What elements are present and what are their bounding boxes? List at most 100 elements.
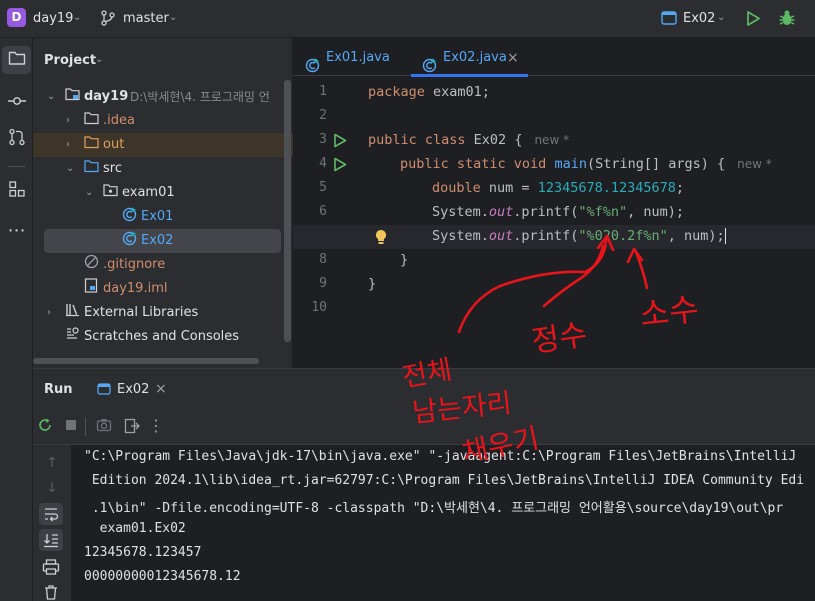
tree-item-out[interactable]: › out xyxy=(33,133,293,157)
commit-icon[interactable] xyxy=(0,92,33,111)
project-horizontal-scrollbar[interactable] xyxy=(33,358,259,364)
code-vision-hint[interactable]: new * xyxy=(534,133,569,147)
trash-icon[interactable] xyxy=(43,584,59,601)
run-toolbar: ⋮ xyxy=(33,409,815,445)
lightbulb-icon[interactable] xyxy=(374,229,388,249)
tree-item-ex02[interactable]: Ex02 xyxy=(44,229,281,253)
print-icon[interactable] xyxy=(42,559,60,579)
run-panel: Run Ex02 × ⋮ ↑ ↓ "C:\Program Files\Java\… xyxy=(33,368,815,601)
tree-item-label: Ex01 xyxy=(141,209,174,224)
chevron-right-icon[interactable]: › xyxy=(66,133,70,157)
left-tool-strip-bottom xyxy=(0,368,33,601)
tree-item-src[interactable]: ⌄ src xyxy=(33,157,293,181)
tree-item-iml[interactable]: day19.iml xyxy=(33,277,293,301)
rerun-icon[interactable] xyxy=(34,417,56,437)
pull-request-icon[interactable] xyxy=(0,128,33,150)
line-number: 5 xyxy=(319,180,327,195)
tree-item-label: day19 xyxy=(84,89,129,104)
close-icon[interactable]: × xyxy=(155,381,167,397)
tree-item-external-libraries[interactable]: › External Libraries xyxy=(33,301,293,325)
project-vertical-scrollbar[interactable] xyxy=(284,80,291,342)
console-line[interactable]: Edition 2024.1\lib\idea_rt.jar=62797:C:\… xyxy=(84,473,804,488)
run-icon[interactable] xyxy=(745,10,761,31)
run-tab-label[interactable]: Ex02 xyxy=(117,382,149,397)
console-line[interactable]: exam01.Ex02 xyxy=(84,521,186,536)
run-config-icon xyxy=(97,383,111,399)
camera-icon[interactable] xyxy=(93,418,115,436)
tab-ex02[interactable]: Ex02.java × xyxy=(411,38,528,78)
run-config-name[interactable]: Ex02 xyxy=(683,11,715,26)
stop-icon[interactable] xyxy=(60,418,82,436)
project-panel: Project ⌄ ⌄ day19 D:\박세현\4. 프로그래밍 언 › .i… xyxy=(33,38,293,368)
tree-item-label: Scratches and Consoles xyxy=(84,329,240,344)
line-number: 1 xyxy=(319,84,327,99)
chevron-right-icon[interactable]: › xyxy=(66,109,70,133)
arrow-up-icon[interactable]: ↑ xyxy=(41,455,63,471)
line-number: 8 xyxy=(319,252,327,267)
arrow-down-icon[interactable]: ↓ xyxy=(41,480,63,496)
tab-label: Ex02.java xyxy=(443,50,507,65)
chevron-down-icon[interactable]: ⌄ xyxy=(47,85,55,109)
tree-item-label: src xyxy=(103,161,122,176)
code-line-6[interactable]: System.out.printf("%f%n", num); xyxy=(432,204,684,220)
chevron-down-icon[interactable]: ⌄ xyxy=(66,157,74,181)
console-line[interactable]: .1\bin" -Dfile.encoding=UTF-8 -classpath… xyxy=(84,497,783,516)
project-badge[interactable]: D xyxy=(7,8,26,27)
branch-icon xyxy=(100,9,116,31)
console-line[interactable]: 00000000012345678.12 xyxy=(84,569,241,584)
tree-item-day19[interactable]: ⌄ day19 D:\박세현\4. 프로그래밍 언 xyxy=(33,85,293,109)
branch-name[interactable]: master xyxy=(123,11,169,26)
tree-item-gitignore[interactable]: .gitignore xyxy=(33,253,293,277)
tree-item-label: day19.iml xyxy=(103,281,168,296)
chevron-right-icon[interactable]: › xyxy=(47,301,51,325)
code-editor: Ex01.java Ex02.java × 1 2 3 4 5 6 7 8 9 … xyxy=(293,38,815,368)
chevron-down-icon[interactable]: ⌄ xyxy=(95,54,103,65)
soft-wrap-icon[interactable] xyxy=(39,503,63,525)
chevron-down-icon[interactable]: ⌄ xyxy=(717,12,725,23)
active-tab-indicator xyxy=(411,74,528,77)
code-line-5[interactable]: double num = 12345678.12345678; xyxy=(432,180,684,196)
project-panel-title[interactable]: Project xyxy=(44,53,96,68)
debug-icon[interactable] xyxy=(778,9,796,31)
code-vision-hint[interactable]: new * xyxy=(737,157,772,171)
java-class-icon xyxy=(122,230,138,255)
run-gutter-icon[interactable] xyxy=(333,157,347,176)
editor-tab-bar: Ex01.java Ex02.java × xyxy=(293,38,815,78)
chevron-down-icon[interactable]: ⌄ xyxy=(169,12,177,23)
line-number: 6 xyxy=(319,204,327,219)
more-options-icon[interactable]: ⋮ xyxy=(145,416,167,435)
console-line[interactable]: 12345678.123457 xyxy=(84,545,201,560)
code-line-8[interactable]: } xyxy=(400,252,408,268)
tree-item-ex01[interactable]: Ex01 xyxy=(33,205,293,229)
tool-separator xyxy=(8,166,25,167)
libraries-icon xyxy=(65,302,80,326)
ignore-file-icon xyxy=(84,254,99,278)
project-name[interactable]: day19 xyxy=(33,11,73,26)
code-line-3[interactable]: public class Ex02 {new * xyxy=(368,132,569,148)
code-line-4[interactable]: public static void main(String[] args) {… xyxy=(400,156,772,172)
chevron-down-icon[interactable]: ⌄ xyxy=(73,12,81,23)
console-line[interactable]: "C:\Program Files\Java\jdk-17\bin\java.e… xyxy=(84,449,796,464)
structure-icon[interactable] xyxy=(0,181,33,201)
run-gutter-icon[interactable] xyxy=(333,133,347,152)
line-number: 10 xyxy=(311,300,327,315)
line-number: 9 xyxy=(319,276,327,291)
close-icon[interactable]: × xyxy=(507,38,519,78)
run-panel-title[interactable]: Run xyxy=(44,382,73,397)
more-tools-icon[interactable]: ⋯ xyxy=(0,220,33,241)
tab-label: Ex01.java xyxy=(326,50,390,65)
module-folder-icon xyxy=(65,86,80,110)
folder-icon[interactable] xyxy=(0,50,33,70)
toolbar-separator xyxy=(85,418,86,436)
tree-item-label: .idea xyxy=(103,113,135,128)
tree-item-label: .gitignore xyxy=(103,257,166,272)
tree-item-scratches[interactable]: Scratches and Consoles xyxy=(33,325,293,349)
chevron-down-icon[interactable]: ⌄ xyxy=(85,181,93,205)
code-line-1[interactable]: package exam01; xyxy=(368,84,490,100)
code-line-7[interactable]: System.out.printf("%020.2f%n", num); xyxy=(432,228,726,244)
exit-icon[interactable] xyxy=(121,418,143,438)
tree-item-exam01[interactable]: ⌄ exam01 xyxy=(33,181,293,205)
code-line-9[interactable]: } xyxy=(368,276,376,292)
tree-item-idea[interactable]: › .idea xyxy=(33,109,293,133)
scroll-to-end-icon[interactable] xyxy=(39,529,63,551)
